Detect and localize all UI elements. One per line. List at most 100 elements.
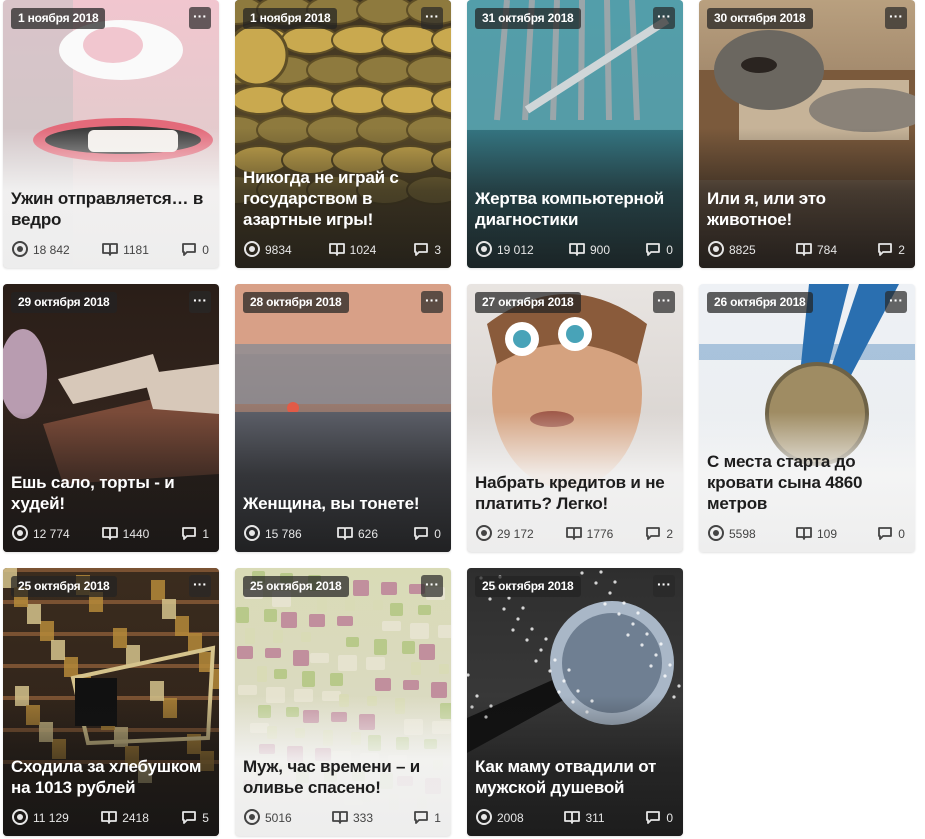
article-title[interactable]: Или я, или это животное!: [707, 188, 905, 230]
reads-count: 1181: [123, 243, 149, 257]
comments-stat[interactable]: 2: [876, 240, 905, 261]
more-menu-button[interactable]: ···: [885, 291, 907, 313]
reads-count: 2418: [122, 811, 149, 825]
views-stat: 9834: [243, 240, 292, 261]
reads-stat: 626: [336, 524, 378, 545]
reads-count: 109: [816, 527, 838, 541]
more-menu-button[interactable]: ···: [653, 7, 675, 29]
comment-icon: [180, 240, 198, 261]
comments-stat[interactable]: 0: [644, 808, 673, 829]
article-stats: 11 129 2418 5: [11, 808, 209, 829]
comments-stat[interactable]: 2: [644, 524, 673, 545]
article-card-coins[interactable]: 1 ноября 2018 ··· Никогда не играй с госуд…: [235, 0, 451, 268]
article-title[interactable]: Женщина, вы тонете!: [243, 493, 441, 514]
reads-count: 784: [816, 243, 838, 257]
reads-count: 1776: [586, 527, 614, 541]
views-stat: 8825: [707, 240, 756, 261]
article-date: 30 октября 2018: [707, 8, 813, 29]
reads-stat: 1776: [565, 524, 614, 545]
article-card-dinner-bucket[interactable]: 1 ноября 2018 ··· Ужин отправляется… в вед…: [3, 0, 219, 268]
comments-stat[interactable]: 1: [412, 808, 441, 829]
views-count: 5016: [265, 811, 292, 825]
views-count: 19 012: [497, 243, 534, 257]
article-card-sea-sunset[interactable]: 28 октября 2018 ··· Женщина, вы тонете! 15 …: [235, 284, 451, 552]
views-count: 11 129: [33, 811, 69, 825]
comment-icon: [876, 240, 894, 261]
more-menu-button[interactable]: ···: [653, 291, 675, 313]
article-date: 25 октября 2018: [11, 576, 117, 597]
article-title[interactable]: Ешь сало, торты - и худей!: [11, 472, 209, 514]
views-count: 8825: [729, 243, 756, 257]
book-icon: [795, 240, 813, 261]
book-icon: [565, 524, 583, 545]
more-menu-button[interactable]: ···: [885, 7, 907, 29]
article-title[interactable]: Жертва компьютерной диагностики: [475, 188, 673, 230]
book-icon: [568, 240, 586, 261]
views-count: 18 842: [33, 243, 70, 257]
views-count: 15 786: [265, 527, 302, 541]
article-date: 1 ноября 2018: [243, 8, 338, 29]
comment-icon: [412, 524, 430, 545]
comments-count: 5: [202, 811, 209, 825]
more-menu-button[interactable]: ···: [421, 575, 443, 597]
article-date: 25 октября 2018: [243, 576, 349, 597]
more-menu-button[interactable]: ···: [653, 575, 675, 597]
more-menu-button[interactable]: ···: [421, 7, 443, 29]
article-title[interactable]: Муж, час времени – и оливье спасено!: [243, 756, 441, 798]
reads-count: 900: [589, 243, 611, 257]
article-card-supermarket-cart[interactable]: 25 октября 2018 ··· Сходила за хлебушком н…: [3, 568, 219, 836]
comments-count: 2: [666, 527, 673, 541]
article-card-scared-boy[interactable]: 27 октября 2018 ··· Набрать кредитов и не …: [467, 284, 683, 552]
comment-icon: [180, 524, 198, 545]
article-title[interactable]: Как маму отвадили от мужской душевой: [475, 756, 673, 798]
comments-stat[interactable]: 5: [180, 808, 209, 829]
eye-icon: [707, 524, 725, 545]
article-title[interactable]: Набрать кредитов и не платить? Легко!: [475, 472, 673, 514]
comments-stat[interactable]: 0: [644, 240, 673, 261]
article-card-olivier-salad[interactable]: 25 октября 2018 ··· Муж, час времени – и о…: [235, 568, 451, 836]
comment-icon: [644, 808, 662, 829]
comments-stat[interactable]: 3: [412, 240, 441, 261]
articles-grid: 1 ноября 2018 ··· Ужин отправляется… в вед…: [0, 0, 925, 839]
more-menu-button[interactable]: ···: [189, 575, 211, 597]
more-menu-button[interactable]: ···: [189, 291, 211, 313]
article-date: 25 октября 2018: [475, 576, 581, 597]
comments-count: 0: [666, 243, 673, 257]
article-title[interactable]: Никогда не играй с государством в азартн…: [243, 167, 441, 230]
article-title[interactable]: Ужин отправляется… в ведро: [11, 188, 209, 230]
book-icon: [100, 808, 118, 829]
article-date: 1 ноября 2018: [11, 8, 106, 29]
views-stat: 5598: [707, 524, 756, 545]
comment-icon: [644, 240, 662, 261]
article-card-raccoon[interactable]: 30 октября 2018 ··· Или я, или это животно…: [699, 0, 915, 268]
article-date: 26 октября 2018: [707, 292, 813, 313]
comments-count: 2: [898, 243, 905, 257]
article-card-medal[interactable]: 26 октября 2018 ··· С места старта до кров…: [699, 284, 915, 552]
article-title[interactable]: С места старта до кровати сына 4860 метр…: [707, 451, 905, 514]
article-title[interactable]: Сходила за хлебушком на 1013 рублей: [11, 756, 209, 798]
book-icon: [101, 524, 119, 545]
comment-icon: [412, 240, 430, 261]
views-count: 9834: [265, 243, 292, 257]
article-stats: 18 842 1181 0: [11, 240, 209, 261]
article-card-shower-head[interactable]: 25 октября 2018 ··· Как маму отвадили от м…: [467, 568, 683, 836]
reads-stat: 1024: [328, 240, 377, 261]
article-stats: 29 172 1776 2: [475, 524, 673, 545]
reads-count: 1024: [349, 243, 377, 257]
article-card-dental-tools[interactable]: 31 октября 2018 ··· Жертва компьютерной ди…: [467, 0, 683, 268]
comments-stat[interactable]: 1: [180, 524, 209, 545]
views-stat: 29 172: [475, 524, 534, 545]
article-stats: 15 786 626 0: [243, 524, 441, 545]
more-menu-button[interactable]: ···: [421, 291, 443, 313]
article-stats: 5598 109 0: [707, 524, 905, 545]
article-date: 27 октября 2018: [475, 292, 581, 313]
reads-stat: 333: [331, 808, 373, 829]
comments-stat[interactable]: 0: [412, 524, 441, 545]
views-stat: 5016: [243, 808, 292, 829]
comments-stat[interactable]: 0: [180, 240, 209, 261]
comments-stat[interactable]: 0: [876, 524, 905, 545]
more-menu-button[interactable]: ···: [189, 7, 211, 29]
views-stat: 12 774: [11, 524, 70, 545]
book-icon: [563, 808, 581, 829]
article-card-salo[interactable]: 29 октября 2018 ··· Ешь сало, торты - и ху…: [3, 284, 219, 552]
